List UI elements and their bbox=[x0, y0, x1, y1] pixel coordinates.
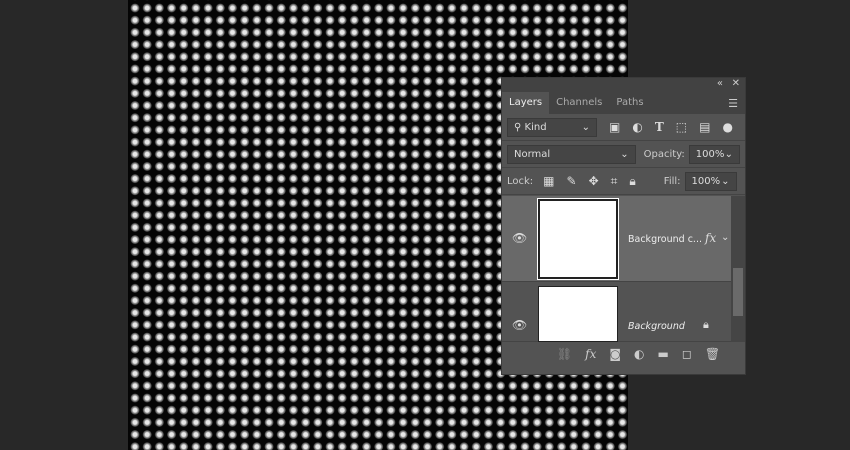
layers-panel: « ✕ Layers Channels Paths ☰ ⚲ Kind ⌄ ▣ ◐ T… bbox=[501, 77, 746, 375]
layer-row[interactable]: 👁︎ Background c... fx ⌄ bbox=[502, 196, 732, 282]
fill-input[interactable]: 100% ⌄ bbox=[684, 171, 737, 191]
lock-artboard-icon[interactable]: ⌗ bbox=[611, 174, 618, 189]
delete-layer-icon[interactable]: 🗑︎ bbox=[705, 347, 720, 361]
fx-icon[interactable]: fx bbox=[705, 231, 716, 245]
layer-row[interactable]: 👁︎ Background 🔒︎ bbox=[502, 283, 732, 342]
opacity-label: Opacity: bbox=[643, 148, 685, 160]
chevron-down-icon: ⌄ bbox=[620, 148, 629, 160]
opacity-input[interactable]: 100% ⌄ bbox=[688, 144, 740, 164]
new-layer-icon[interactable]: ◻ bbox=[682, 347, 692, 361]
pixel-filter-icon[interactable]: ▣ bbox=[609, 120, 620, 134]
layer-thumbnail bbox=[537, 198, 619, 280]
blend-mode-select[interactable]: Normal ⌄ bbox=[507, 144, 636, 164]
eye-icon[interactable]: 👁︎ bbox=[512, 231, 527, 245]
layer-thumbnail bbox=[538, 286, 618, 342]
type-filter-icon[interactable]: T bbox=[655, 120, 664, 134]
smart-object-filter-icon[interactable]: ▤ bbox=[699, 120, 710, 134]
lock-all-icon[interactable]: 🔒︎ bbox=[629, 174, 635, 189]
add-mask-icon[interactable]: ◙ bbox=[609, 347, 621, 361]
filter-kind-select[interactable]: ⚲ Kind ⌄ bbox=[507, 117, 597, 137]
lock-icon: 🔒︎ bbox=[703, 318, 709, 331]
filter-toggle-icon[interactable]: ● bbox=[722, 120, 732, 134]
tab-layers[interactable]: Layers bbox=[502, 92, 550, 114]
link-layers-icon[interactable]: ⛓ bbox=[557, 347, 572, 361]
close-icon[interactable]: ✕ bbox=[732, 78, 740, 89]
lock-transparent-icon[interactable]: ▦ bbox=[543, 174, 554, 188]
adjustment-filter-icon[interactable]: ◐ bbox=[632, 120, 642, 134]
chevron-down-icon[interactable]: ⌄ bbox=[721, 176, 729, 187]
lock-label: Lock: bbox=[507, 175, 534, 187]
scrollbar[interactable] bbox=[731, 196, 745, 342]
search-icon: ⚲ bbox=[514, 121, 525, 133]
new-group-icon[interactable]: ▬ bbox=[658, 347, 669, 361]
tab-paths[interactable]: Paths bbox=[609, 92, 650, 114]
eye-icon[interactable]: 👁︎ bbox=[512, 318, 527, 332]
tab-channels[interactable]: Channels bbox=[549, 92, 609, 114]
lock-pixels-icon[interactable]: ✎ bbox=[567, 174, 577, 188]
panel-menu-icon[interactable]: ☰ bbox=[728, 97, 738, 110]
layer-name[interactable]: Background c... bbox=[628, 234, 702, 245]
expand-effects-icon[interactable]: ⌄ bbox=[721, 232, 729, 243]
new-adjustment-layer-icon[interactable]: ◐ bbox=[634, 347, 644, 361]
add-layer-style-icon[interactable]: fx bbox=[585, 347, 596, 361]
scrollbar-thumb[interactable] bbox=[733, 268, 743, 316]
fill-label: Fill: bbox=[663, 175, 681, 187]
chevron-down-icon: ⌄ bbox=[581, 121, 590, 133]
shape-filter-icon[interactable]: ⬚ bbox=[676, 120, 687, 134]
collapse-icon[interactable]: « bbox=[717, 78, 723, 89]
layer-name[interactable]: Background bbox=[628, 321, 685, 332]
lock-position-icon[interactable]: ✥ bbox=[589, 174, 599, 188]
chevron-down-icon[interactable]: ⌄ bbox=[725, 149, 733, 160]
